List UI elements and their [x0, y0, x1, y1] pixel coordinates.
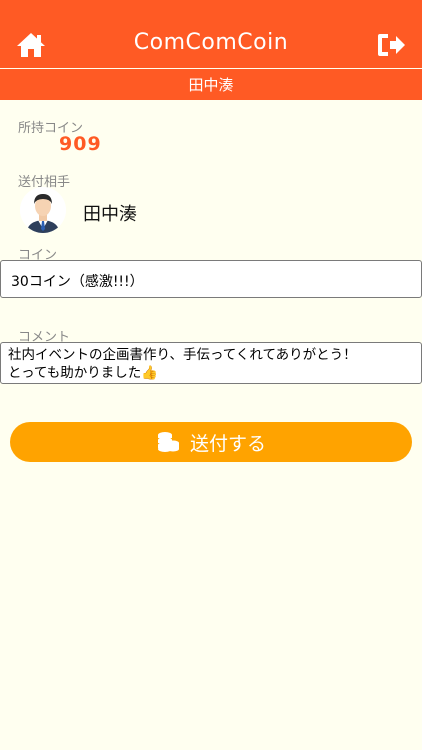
app-screen: ComComCoin 田中湊 所持コイン 909 送付相手 田中湊 コイン 30…	[0, 0, 422, 750]
logout-icon	[378, 34, 405, 56]
coin-select[interactable]: 30コイン（感激!!!）	[0, 260, 422, 298]
page-title: 田中湊	[0, 69, 422, 100]
app-header: ComComCoin	[0, 0, 422, 68]
comment-textarea[interactable]: 社内イベントの企画書作り、手伝ってくれてありがとう！ とっても助かりました👍	[0, 342, 422, 384]
logout-button[interactable]	[374, 30, 408, 60]
app-logo: ComComCoin	[133, 30, 289, 55]
coins-icon	[156, 431, 180, 453]
avatar-icon	[20, 187, 66, 233]
recipient-name: 田中湊	[83, 204, 137, 225]
send-button-label: 送付する	[189, 433, 266, 455]
balance-value: 909	[59, 133, 102, 155]
send-button[interactable]: 送付する	[10, 422, 412, 462]
